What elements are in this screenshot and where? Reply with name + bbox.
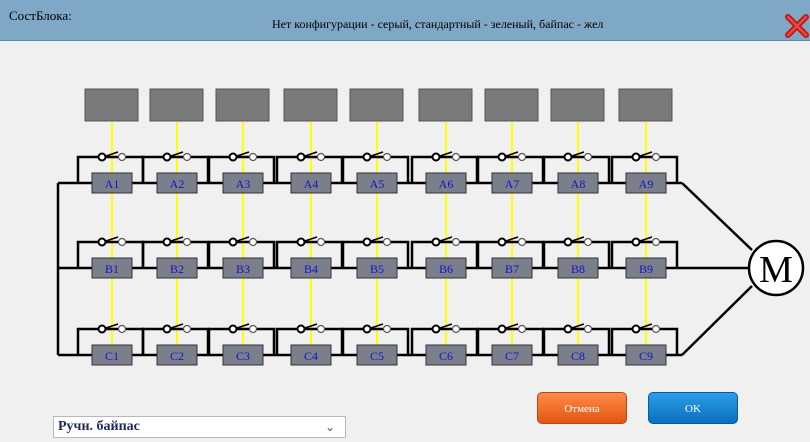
power-cell-label: B5 (370, 262, 384, 276)
contact-open-icon (583, 152, 593, 162)
top-status-box (215, 88, 270, 122)
contact-open-icon (248, 152, 258, 162)
contact-open-icon (563, 152, 573, 162)
contact-open-icon (563, 324, 573, 334)
contact-open-icon (517, 152, 527, 162)
contact-open-icon (248, 324, 258, 334)
contact-open-icon (451, 324, 461, 334)
power-cell-label: A3 (236, 177, 251, 191)
power-cell-label: C8 (571, 349, 585, 363)
contact-open-icon (296, 237, 306, 247)
power-cell-label: C6 (439, 349, 453, 363)
power-cell-label: B4 (304, 262, 318, 276)
power-cell-label: B9 (639, 262, 653, 276)
power-cell-label: C1 (105, 349, 119, 363)
top-status-box (484, 88, 539, 122)
contact-open-icon (651, 237, 661, 247)
contact-open-icon (162, 152, 172, 162)
contact-open-icon (497, 152, 507, 162)
contact-open-icon (248, 237, 258, 247)
top-status-box (84, 88, 139, 122)
power-cell-label: C7 (505, 349, 519, 363)
contact-open-icon (117, 152, 127, 162)
contact-open-icon (97, 237, 107, 247)
power-cell-label: C2 (170, 349, 184, 363)
contact-open-icon (382, 152, 392, 162)
top-status-box (349, 88, 404, 122)
power-cell-label: A4 (304, 177, 319, 191)
power-cell-label: A1 (105, 177, 120, 191)
top-status-box (283, 88, 338, 122)
power-cell-label: A2 (170, 177, 185, 191)
contact-open-icon (631, 152, 641, 162)
contact-open-icon (296, 152, 306, 162)
contact-open-icon (228, 237, 238, 247)
contact-open-icon (97, 152, 107, 162)
mode-select-value: Ручн. байпас (58, 419, 140, 434)
contact-open-icon (382, 237, 392, 247)
contact-open-icon (316, 324, 326, 334)
top-status-box (418, 88, 473, 122)
contact-open-icon (362, 324, 372, 334)
contact-open-icon (162, 237, 172, 247)
contact-open-icon (296, 324, 306, 334)
motor-label: M (759, 249, 793, 291)
power-cell-label: C9 (639, 349, 653, 363)
power-cell-label: A9 (639, 177, 654, 191)
contact-open-icon (497, 237, 507, 247)
power-cell-label: B1 (105, 262, 119, 276)
contact-open-icon (563, 237, 573, 247)
contact-open-icon (382, 324, 392, 334)
contact-open-icon (162, 324, 172, 334)
top-status-box (550, 88, 605, 122)
power-cell-label: B6 (439, 262, 453, 276)
contact-open-icon (97, 324, 107, 334)
contact-open-icon (517, 237, 527, 247)
contact-open-icon (228, 324, 238, 334)
mode-select[interactable]: Ручн. байпас ⌄ (53, 416, 346, 438)
contact-open-icon (451, 237, 461, 247)
cancel-button[interactable]: Отмена (537, 392, 627, 424)
contact-open-icon (651, 324, 661, 334)
contact-open-icon (631, 237, 641, 247)
contact-open-icon (631, 324, 641, 334)
power-cell-label: A6 (439, 177, 454, 191)
contact-open-icon (651, 152, 661, 162)
contact-open-icon (117, 237, 127, 247)
power-cell-label: B7 (505, 262, 519, 276)
power-cell-label: C5 (370, 349, 384, 363)
power-cell-label: B8 (571, 262, 585, 276)
contact-open-icon (362, 152, 372, 162)
contact-open-icon (182, 324, 192, 334)
top-status-box (149, 88, 204, 122)
contact-open-icon (431, 324, 441, 334)
contact-open-icon (316, 237, 326, 247)
power-cell-label: C4 (304, 349, 318, 363)
contact-open-icon (583, 324, 593, 334)
contact-open-icon (431, 152, 441, 162)
contact-open-icon (228, 152, 238, 162)
contact-open-icon (182, 152, 192, 162)
contact-open-icon (451, 152, 461, 162)
power-cell-label: C3 (236, 349, 250, 363)
power-cell-label: B2 (170, 262, 184, 276)
top-status-box (618, 88, 673, 122)
wire-a-to-motor (681, 182, 753, 251)
power-cell-label: A8 (571, 177, 586, 191)
contact-open-icon (517, 324, 527, 334)
power-cell-label: A5 (370, 177, 385, 191)
ok-button[interactable]: OK (648, 392, 738, 424)
contact-open-icon (117, 324, 127, 334)
contact-open-icon (316, 152, 326, 162)
wire-c-to-motor (681, 285, 753, 356)
chevron-down-icon: ⌄ (324, 420, 335, 434)
contact-open-icon (182, 237, 192, 247)
block-diagram: A1 A2 A3 A4 A5 A6 A7 A8 A9 B1 B2 B3 B4 B5 B6 B7 B8 B9 C1 C2… (56, 88, 805, 366)
contact-open-icon (362, 237, 372, 247)
power-cell-label: A7 (505, 177, 520, 191)
contact-open-icon (583, 237, 593, 247)
contact-open-icon (497, 324, 507, 334)
contact-open-icon (431, 237, 441, 247)
power-cell-label: B3 (236, 262, 250, 276)
